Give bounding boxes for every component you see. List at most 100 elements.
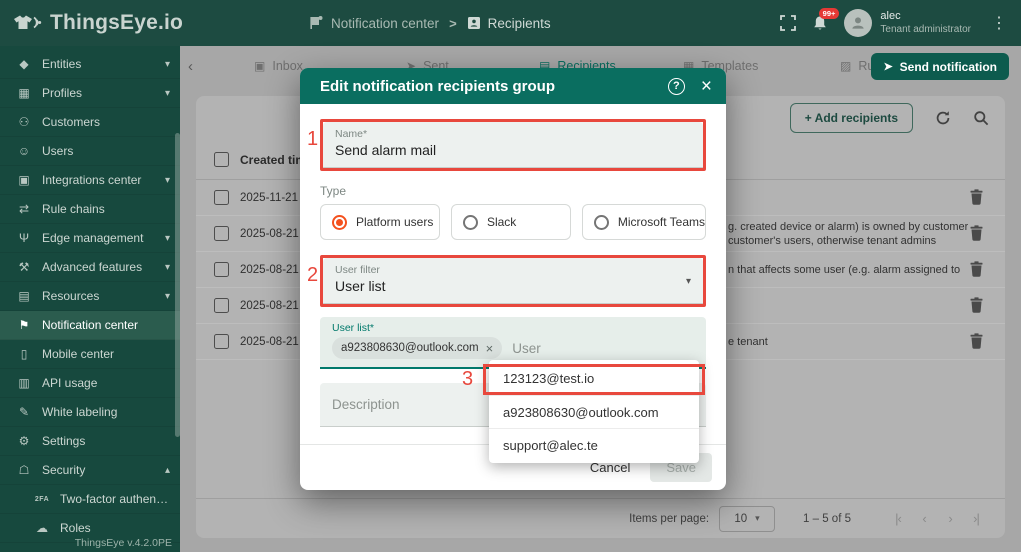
logo-text: ThingsEye.io	[50, 11, 184, 34]
delete-icon[interactable]	[970, 261, 983, 277]
sidebar-item-resources[interactable]: ▤ Resources ▾	[0, 282, 180, 311]
refresh-icon[interactable]	[935, 110, 951, 126]
created-time-cell: 2025-11-21 11:	[240, 191, 304, 204]
sidebar-item-white-labeling[interactable]: ✎ White labeling	[0, 398, 180, 427]
avatar	[844, 9, 873, 37]
user-list-label: User list*	[332, 322, 375, 334]
description-cell: e tenant	[728, 335, 768, 348]
notification-count-badge: 99+	[818, 7, 840, 19]
dropdown-option[interactable]: a923808630@outlook.com	[489, 395, 699, 428]
radio-unselected-icon	[462, 214, 478, 230]
delete-icon[interactable]	[970, 297, 983, 313]
tab-rules[interactable]: ▨ Ru	[840, 46, 874, 86]
sidebar-item-integrations-center[interactable]: ▣ Integrations center ▾	[0, 166, 180, 195]
close-icon[interactable]: ×	[701, 77, 712, 96]
last-page-button[interactable]: ›|	[963, 511, 989, 526]
sidebar-item-edge-management[interactable]: Ψ Edge management ▾	[0, 224, 180, 253]
sidebar-item-notification-center[interactable]: ⚑ Notification center	[0, 311, 180, 340]
radio-microsoft-teams[interactable]: Microsoft Teams	[581, 204, 707, 240]
sidebar-scrollbar[interactable]	[175, 133, 180, 437]
next-page-button[interactable]: ›	[937, 511, 963, 526]
delete-icon[interactable]	[970, 189, 983, 205]
sidebar-item-users[interactable]: ☺ Users	[0, 137, 180, 166]
profiles-icon: ▦	[18, 86, 30, 100]
inbox-icon: ▣	[254, 59, 266, 73]
name-field-value: Send alarm mail	[335, 142, 437, 158]
sidebar-item-two-factor[interactable]: 2FA Two-factor authenticati…	[0, 485, 180, 514]
created-time-cell: 2025-08-21 11:	[240, 335, 304, 348]
sidebar: ◆ Entities ▾ ▦ Profiles ▾ ⚇ Customers ☺ …	[0, 46, 180, 552]
advanced-features-icon: ⚒	[18, 260, 30, 274]
radio-platform-users[interactable]: Platform users	[320, 204, 440, 240]
integrations-icon: ▣	[18, 173, 30, 187]
chip-remove-icon[interactable]: ×	[486, 341, 494, 356]
app-root: ThingsEye.io Notification center > Recip…	[0, 0, 1021, 552]
radio-unselected-icon	[593, 214, 609, 230]
chevron-down-icon: ▾	[164, 290, 170, 302]
breadcrumb-section[interactable]: Notification center	[310, 16, 439, 31]
sidebar-item-rule-chains[interactable]: ⇄ Rule chains	[0, 195, 180, 224]
name-field[interactable]: Name* Send alarm mail	[323, 122, 703, 168]
user-role: Tenant administrator	[880, 23, 971, 35]
page-size-select[interactable]: 10 ▾	[719, 505, 776, 532]
chevron-down-icon: ▾	[164, 261, 170, 273]
user-input-placeholder[interactable]: User	[512, 341, 541, 356]
sidebar-item-customers[interactable]: ⚇ Customers	[0, 108, 180, 137]
row-checkbox[interactable]	[214, 334, 229, 349]
notifications-bell[interactable]: 99+	[812, 7, 840, 32]
row-checkbox[interactable]	[214, 226, 229, 241]
breadcrumb-page[interactable]: Recipients	[467, 16, 551, 31]
breadcrumb-section-label: Notification center	[331, 15, 440, 31]
description-cell: n that affects some user (e.g. alarm ass…	[728, 263, 961, 276]
user-suggestions-dropdown: 123123@test.io a923808630@outlook.com su…	[489, 360, 699, 463]
app-logo[interactable]: ThingsEye.io	[0, 11, 185, 35]
rules-icon: ▨	[840, 59, 852, 73]
created-time-cell: 2025-08-21 11:	[240, 227, 304, 240]
dropdown-option[interactable]: 123123@test.io	[489, 362, 699, 395]
tabs-scroll-left[interactable]: ‹	[188, 46, 193, 86]
created-time-cell: 2025-08-21 11:	[240, 299, 304, 312]
help-icon[interactable]: ?	[667, 77, 685, 95]
user-filter-select[interactable]: User filter User list ▾	[323, 258, 703, 304]
white-labeling-icon: ✎	[18, 405, 30, 419]
row-checkbox[interactable]	[214, 190, 229, 205]
sidebar-item-advanced-features[interactable]: ⚒ Advanced features ▾	[0, 253, 180, 282]
chevron-up-icon: ▴	[164, 464, 170, 476]
type-section-label: Type	[320, 184, 347, 198]
sidebar-item-security[interactable]: ☖ Security ▴	[0, 456, 180, 485]
kebab-menu-icon[interactable]: ⋮	[987, 13, 1011, 33]
chevron-down-icon: ▾	[755, 513, 760, 523]
user-menu[interactable]: alec Tenant administrator	[844, 9, 971, 37]
send-notification-button[interactable]: ➤ Send notification	[871, 53, 1009, 80]
annotation-number-2: 2	[307, 264, 319, 286]
select-all-checkbox[interactable]	[214, 152, 229, 167]
sidebar-item-entities[interactable]: ◆ Entities ▾	[0, 50, 180, 79]
description-placeholder: Description	[332, 397, 400, 412]
mobile-icon: ▯	[20, 347, 28, 361]
annotation-box-1: 1 Name* Send alarm mail	[307, 119, 706, 171]
delete-icon[interactable]	[970, 333, 983, 349]
entities-icon: ◆	[19, 57, 29, 71]
prev-page-button[interactable]: ‹	[911, 511, 937, 526]
annotation-box-2: 2 User filter User list ▾	[307, 255, 706, 307]
row-checkbox[interactable]	[214, 298, 229, 313]
description-cell: g. created device or alarm) is owned by …	[728, 220, 968, 247]
dropdown-option[interactable]: support@alec.te	[489, 428, 699, 461]
rule-chains-icon: ⇄	[18, 202, 30, 216]
row-checkbox[interactable]	[214, 262, 229, 277]
sidebar-item-profiles[interactable]: ▦ Profiles ▾	[0, 79, 180, 108]
person-icon	[852, 17, 864, 29]
fullscreen-icon[interactable]	[780, 15, 797, 31]
add-recipients-button[interactable]: + Add recipients	[789, 103, 913, 133]
radio-slack[interactable]: Slack	[450, 204, 571, 240]
sidebar-item-mobile-center[interactable]: ▯ Mobile center	[0, 340, 180, 369]
delete-icon[interactable]	[970, 225, 983, 241]
user-chip[interactable]: a923808630@outlook.com ×	[332, 337, 503, 359]
sidebar-item-settings[interactable]: ⚙ Settings	[0, 427, 180, 456]
first-page-button[interactable]: |‹	[885, 511, 911, 526]
send-icon: ➤	[883, 61, 893, 73]
sidebar-item-api-usage[interactable]: ▥ API usage	[0, 369, 180, 398]
search-icon[interactable]	[973, 110, 989, 126]
tab-inbox[interactable]: ▣ Inbox	[254, 46, 303, 86]
user-filter-value: User list	[335, 278, 386, 294]
